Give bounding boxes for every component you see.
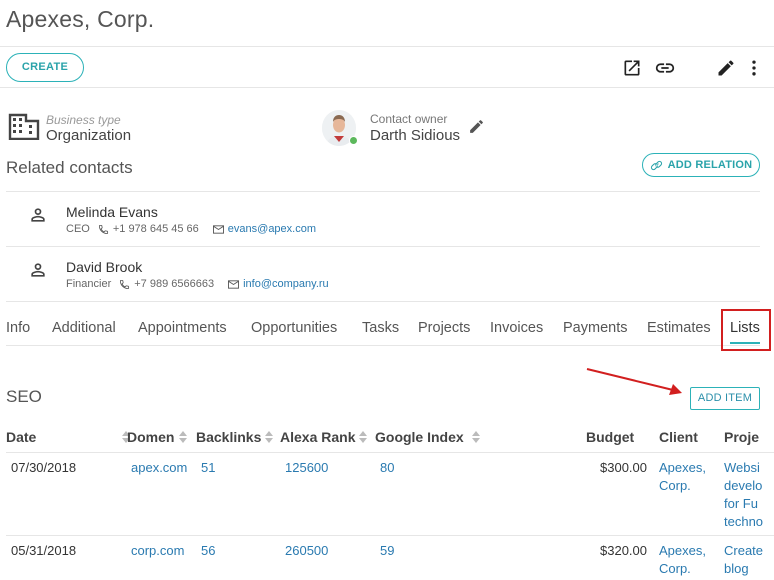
annotation-arrow-icon xyxy=(585,366,685,401)
contact-owner-value: Darth Sidious xyxy=(370,127,461,144)
phone-icon xyxy=(119,279,130,290)
tab-bar: Info Additional Appointments Opportuniti… xyxy=(6,310,760,346)
cell-project[interactable]: Websi develo for Fu techno xyxy=(724,459,774,531)
edit-icon[interactable] xyxy=(714,56,738,80)
sort-icon[interactable] xyxy=(265,431,274,443)
divider xyxy=(6,301,760,302)
cell-project-line: for Fu xyxy=(724,496,758,511)
column-header-label: Alexa Rank xyxy=(280,429,356,445)
contact-phone[interactable]: +7 989 6566663 xyxy=(134,278,214,290)
person-icon xyxy=(28,260,48,285)
online-status-dot xyxy=(349,136,358,145)
column-header-date[interactable]: Date xyxy=(6,429,131,445)
add-relation-button[interactable]: ADD RELATION xyxy=(642,153,760,177)
tab-additional[interactable]: Additional xyxy=(52,320,116,336)
email-icon xyxy=(212,224,224,234)
contact-name[interactable]: Melinda Evans xyxy=(66,204,158,220)
cell-client-line: Apexes, xyxy=(659,543,706,558)
contact-name[interactable]: David Brook xyxy=(66,259,142,275)
cell-budget: $300.00 xyxy=(600,460,647,475)
tab-info[interactable]: Info xyxy=(6,320,30,336)
column-header-domain[interactable]: Domen xyxy=(127,429,188,445)
business-type-value: Organization xyxy=(46,127,132,144)
tab-projects[interactable]: Projects xyxy=(418,320,470,336)
cell-domain[interactable]: corp.com xyxy=(131,542,184,560)
cell-google-index[interactable]: 80 xyxy=(380,459,394,477)
column-header-alexa-rank[interactable]: Alexa Rank xyxy=(280,429,368,445)
building-icon xyxy=(8,112,40,145)
annotation-highlight-box xyxy=(721,309,771,351)
column-header-label: Domen xyxy=(127,429,175,445)
cell-date: 05/31/2018 xyxy=(11,543,77,558)
column-header-budget[interactable]: Budget xyxy=(586,429,634,445)
column-header-label: Backlinks xyxy=(196,429,262,445)
tab-invoices[interactable]: Invoices xyxy=(490,320,543,336)
cell-date: 07/30/2018 xyxy=(11,460,77,475)
cell-domain[interactable]: apex.com xyxy=(131,459,187,477)
phone-icon xyxy=(98,224,109,235)
column-header-label: Client xyxy=(659,429,698,445)
cell-client[interactable]: Apexes, Corp. xyxy=(659,459,706,495)
sort-icon[interactable] xyxy=(179,431,188,443)
cell-alexa-rank[interactable]: 260500 xyxy=(285,542,328,560)
cell-client[interactable]: Apexes, Corp. xyxy=(659,542,706,578)
cell-client-line: Corp. xyxy=(659,561,691,576)
column-header-label: Budget xyxy=(586,429,635,445)
column-header-label: Date xyxy=(6,429,37,445)
contact-phone[interactable]: +1 978 645 45 66 xyxy=(113,223,199,235)
page-title: Apexes, Corp. xyxy=(6,6,155,32)
business-type-label: Business type xyxy=(46,113,121,127)
cell-client-line: Apexes, xyxy=(659,460,706,475)
cell-backlinks[interactable]: 56 xyxy=(201,542,215,560)
cell-budget: $320.00 xyxy=(600,543,647,558)
tab-estimates[interactable]: Estimates xyxy=(647,320,711,336)
cell-project-line: Create xyxy=(724,543,764,558)
link-icon[interactable] xyxy=(653,56,677,80)
contact-meta: Financier +7 989 6566663 info@company.ru xyxy=(66,278,329,290)
cell-client-line: Corp. xyxy=(659,478,691,493)
tab-payments[interactable]: Payments xyxy=(563,320,627,336)
column-header-backlinks[interactable]: Backlinks xyxy=(196,429,274,445)
column-header-project[interactable]: Proje xyxy=(724,429,759,445)
tab-tasks[interactable]: Tasks xyxy=(362,320,399,336)
contact-email[interactable]: info@company.ru xyxy=(243,278,329,290)
person-icon xyxy=(28,205,48,230)
column-header-client[interactable]: Client xyxy=(659,429,698,445)
list-title: SEO xyxy=(6,387,42,406)
contact-row[interactable]: David Brook Financier +7 989 6566663 inf… xyxy=(6,246,760,301)
more-vert-icon[interactable] xyxy=(742,56,766,80)
sort-icon[interactable] xyxy=(359,431,368,443)
column-header-label: Proje xyxy=(724,429,760,445)
create-button[interactable]: CREATE xyxy=(6,53,84,82)
tab-appointments[interactable]: Appointments xyxy=(138,320,227,336)
edit-owner-icon[interactable] xyxy=(468,118,485,140)
contact-meta: CEO +1 978 645 45 66 evans@apex.com xyxy=(66,223,316,235)
contact-row[interactable]: Melinda Evans CEO +1 978 645 45 66 evans… xyxy=(6,191,760,246)
contact-owner-label: Contact owner xyxy=(370,112,448,126)
column-header-label: Google Index xyxy=(375,429,464,445)
cell-project-line: develo xyxy=(724,478,763,493)
email-icon xyxy=(228,279,240,289)
add-item-button[interactable]: ADD ITEM xyxy=(690,387,760,410)
link-icon xyxy=(650,159,663,172)
cell-project-line: techno xyxy=(724,514,764,529)
cell-backlinks[interactable]: 51 xyxy=(201,459,215,477)
related-contacts-title: Related contacts xyxy=(6,158,133,177)
add-relation-label: ADD RELATION xyxy=(667,159,753,171)
cell-alexa-rank[interactable]: 125600 xyxy=(285,459,328,477)
open-external-icon[interactable] xyxy=(620,56,644,80)
tab-opportunities[interactable]: Opportunities xyxy=(251,320,337,336)
cell-project[interactable]: Create blog xyxy=(724,542,774,578)
column-header-google-index[interactable]: Google Index xyxy=(375,429,480,445)
cell-project-line: Websi xyxy=(724,460,760,475)
cell-project-line: blog xyxy=(724,561,749,576)
cell-google-index[interactable]: 59 xyxy=(380,542,394,560)
contact-email[interactable]: evans@apex.com xyxy=(228,223,316,235)
contact-role: CEO xyxy=(66,223,90,235)
contact-role: Financier xyxy=(66,278,112,290)
sort-icon[interactable] xyxy=(471,431,480,443)
